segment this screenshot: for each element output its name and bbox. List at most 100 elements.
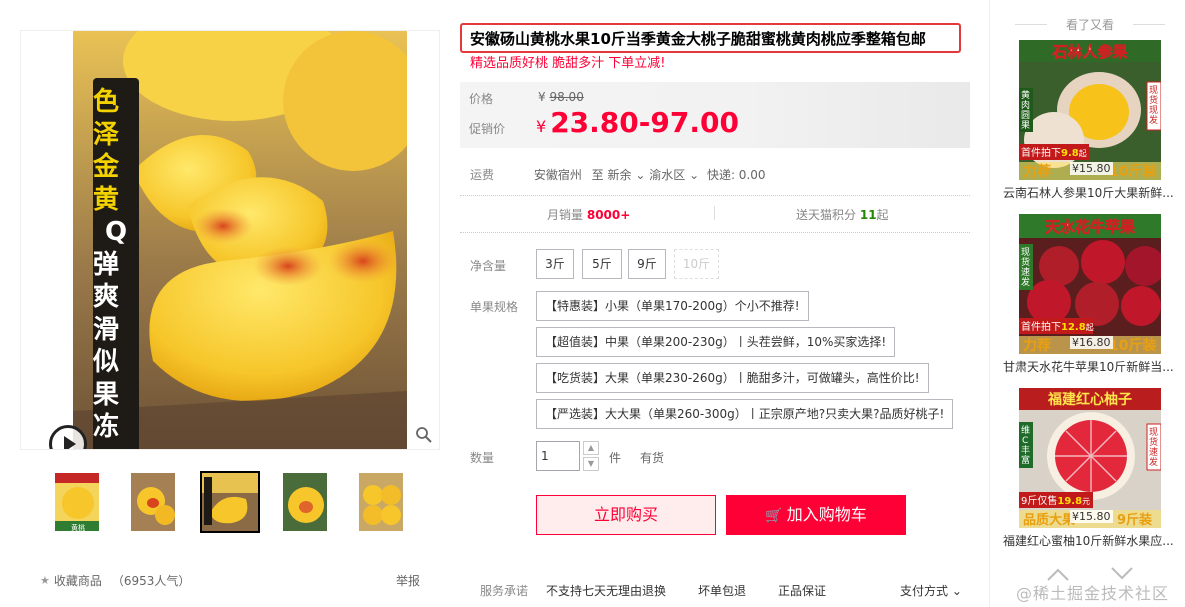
price-panel: 价格 ¥ 98.00 促销价 ¥23.80-97.00 — [460, 82, 970, 148]
ship-to-district: 渝水区 — [649, 168, 686, 182]
ship-to-city-select[interactable]: 新余 ⌄ — [608, 168, 646, 182]
monthly-sales-value: 8000+ — [586, 208, 631, 222]
chevron-down-icon: ⌄ — [631, 168, 646, 182]
payment-method-dropdown[interactable]: 支付方式 ⌄ — [900, 582, 962, 599]
ship-from: 安徽宿州 — [533, 168, 582, 182]
stats-row: 月销量 8000+ 送天猫积分 11起 — [460, 202, 970, 224]
recommend-item-3-title[interactable]: 福建红心蜜柚10斤新鲜水果应... — [1003, 532, 1175, 549]
service-no-return[interactable]: 不支持七天无理由退换 — [546, 582, 666, 599]
spec-option-foodie[interactable]: 【吃货装】大果（单果230-260g）丨脆甜多汁，可做罐头，高性价比! — [536, 363, 929, 393]
thumbnail-2[interactable] — [130, 472, 176, 532]
thumbnail-4[interactable] — [282, 472, 328, 532]
net-weight-label: 净含量 — [470, 259, 507, 273]
promo-label: 促销价 — [469, 122, 506, 136]
ginseng-fruit-image: 石林人参果 黄肉圆果 现货现发 首件拍下9.8起 力荐 10斤装 — [1019, 40, 1161, 180]
product-subtitle: 精选品质好桃 脆甜多汁 下单立减! — [470, 56, 666, 71]
quantity-decrease-button[interactable]: ▼ — [583, 457, 599, 471]
recommend-item-2-title[interactable]: 甘肃天水花牛苹果10斤新鲜当... — [1003, 358, 1175, 375]
feature-banner: 色泽 金黄 Q 弹爽 滑似 果冻 — [93, 78, 139, 449]
quantity-label: 数量 — [470, 451, 495, 465]
add-to-cart-button[interactable]: 🛒 加入购物车 — [726, 495, 906, 535]
quantity-increase-button[interactable]: ▲ — [583, 441, 599, 455]
thumbnail-1-image: 黄桃 — [55, 473, 99, 532]
weight-option-9[interactable]: 9斤 — [628, 249, 666, 279]
rec-1-badge-right: 现货现发 — [1149, 85, 1158, 126]
rec-1-title-art: 石林人参果 — [1051, 43, 1128, 61]
banner-line-2: 金黄 — [93, 152, 120, 215]
service-authentic[interactable]: 正品保证 — [778, 582, 826, 599]
shipping-label: 运费 — [470, 168, 495, 182]
service-bad-refund[interactable]: 坏单包退 — [698, 582, 746, 599]
divider — [460, 195, 970, 196]
thumbnail-5[interactable] — [358, 472, 404, 532]
apple-image: 天水花牛苹果 现货速发 首件拍下12.8起 力荐 10斤装 — [1019, 214, 1161, 354]
original-price-currency: ¥ — [538, 90, 546, 104]
ship-to-prefix: 至 — [591, 168, 604, 182]
product-title: 安徽砀山黄桃水果10斤当季黄金大桃子脆甜蜜桃黄肉桃应季整箱包邮 — [460, 23, 961, 53]
promo-currency: ¥ — [536, 117, 547, 136]
shipping-row: 运费 安徽宿州 至 新余 ⌄ 渝水区 ⌄ 快递: 0.00 — [470, 166, 970, 183]
chevron-down-icon: ⌄ — [685, 168, 700, 182]
points-unit: 起 — [876, 208, 889, 222]
recommend-item-1-image[interactable]: 石林人参果 黄肉圆果 现货现发 首件拍下9.8起 力荐 10斤装 — [1019, 40, 1161, 180]
ship-to-district-select[interactable]: 渝水区 ⌄ — [649, 168, 699, 182]
divider — [460, 232, 970, 233]
recommend-item-2-image[interactable]: 天水花牛苹果 现货速发 首件拍下12.8起 力荐 10斤装 — [1019, 214, 1161, 354]
tmall-points: 送天猫积分 11起 — [796, 206, 889, 223]
banner-line-6: 果冻 — [93, 379, 120, 443]
thumbnail-1-caption: 黄桃 — [71, 523, 85, 532]
quantity-input[interactable] — [536, 441, 580, 471]
watermark: @稀土掘金技术社区 — [1016, 584, 1170, 603]
popularity-count: （6953人气） — [111, 574, 191, 588]
recommend-item-1-title[interactable]: 云南石林人参果10斤大果新鲜... — [1003, 184, 1175, 201]
buy-now-button[interactable]: 立即购买 — [536, 495, 716, 535]
thumbnail-3-image — [202, 473, 258, 531]
price-label: 价格 — [469, 92, 494, 106]
spec-option-special[interactable]: 【特惠装】小果（单果170-200g）个小不推荐! — [536, 291, 809, 321]
rec-1-badge-left: 黄肉圆果 — [1021, 89, 1030, 131]
payment-label: 支付方式 — [900, 584, 949, 598]
recommend-item-2-price: ¥16.80 — [1070, 336, 1113, 349]
stock-status: 有货 — [640, 451, 665, 465]
weight-option-3[interactable]: 3斤 — [536, 249, 574, 279]
star-icon: ★ — [40, 574, 50, 587]
thumbnail-2-image — [131, 473, 175, 531]
recommend-item-1-price: ¥15.80 — [1070, 162, 1113, 175]
rec-3-badge-right: 现货速发 — [1149, 427, 1158, 468]
favorite-product[interactable]: ★ 收藏商品 （6953人气） — [40, 572, 190, 589]
monthly-sales: 月销量 8000+ — [547, 206, 630, 223]
quantity-unit: 件 — [609, 451, 622, 465]
thumbnail-4-image — [283, 473, 327, 531]
zoom-icon[interactable] — [415, 426, 433, 444]
rec-3-promo-strip: 9斤仅售19.8元 — [1021, 494, 1090, 507]
main-product-image[interactable]: 色泽 金黄 Q 弹爽 滑似 果冻 — [20, 30, 440, 450]
thumbnail-5-image — [359, 473, 403, 531]
favorite-label: 收藏商品 — [53, 574, 102, 588]
banner-line-3: Q — [104, 217, 128, 247]
original-price: ¥ 98.00 — [538, 90, 584, 104]
weight-option-10: 10斤 — [674, 249, 719, 279]
rec-2-badge-left: 现货速发 — [1021, 247, 1030, 288]
banner-line-1: 色泽 — [93, 87, 120, 150]
recommend-item-3-image[interactable]: 福建红心柚子 维 C 丰富 现货速发 9斤仅售19.8元 品质大果 9斤装 — [1019, 388, 1161, 528]
thumbnail-3[interactable] — [200, 471, 260, 533]
spec-option-premium[interactable]: 【严选装】大大果（单果260-300g）丨正宗原产地?只卖大果?品质好桃子! — [536, 399, 954, 429]
report-link[interactable]: 举报 — [396, 572, 420, 589]
banner-line-4: 弹爽 — [93, 249, 120, 313]
monthly-sales-label: 月销量 — [547, 208, 584, 222]
banner-line-5: 滑似 — [93, 314, 120, 378]
weight-option-5[interactable]: 5斤 — [582, 249, 622, 279]
stats-separator — [714, 206, 715, 220]
recommend-heading: 看了又看 — [1015, 16, 1165, 33]
spec-option-value[interactable]: 【超值装】中果（单果200-230g）丨头茬尝鲜，10%买家选择! — [536, 327, 896, 357]
express-fee: 快递: 0.00 — [706, 168, 766, 182]
pomelo-image: 福建红心柚子 维 C 丰富 现货速发 9斤仅售19.8元 品质大果 9斤装 — [1019, 388, 1161, 528]
add-to-cart-label: 加入购物车 — [786, 505, 867, 524]
chevron-down-icon: ⌄ — [948, 584, 962, 598]
service-label: 服务承诺 — [480, 584, 529, 598]
rec-2-title-art: 天水花牛苹果 — [1045, 218, 1136, 236]
rec-1-promo-strip: 首件拍下9.8起 — [1021, 146, 1087, 159]
thumbnail-1[interactable]: 黄桃 — [54, 472, 100, 532]
rec-3-title-art: 福建红心柚子 — [1047, 391, 1132, 408]
sidebar-divider — [989, 0, 990, 607]
